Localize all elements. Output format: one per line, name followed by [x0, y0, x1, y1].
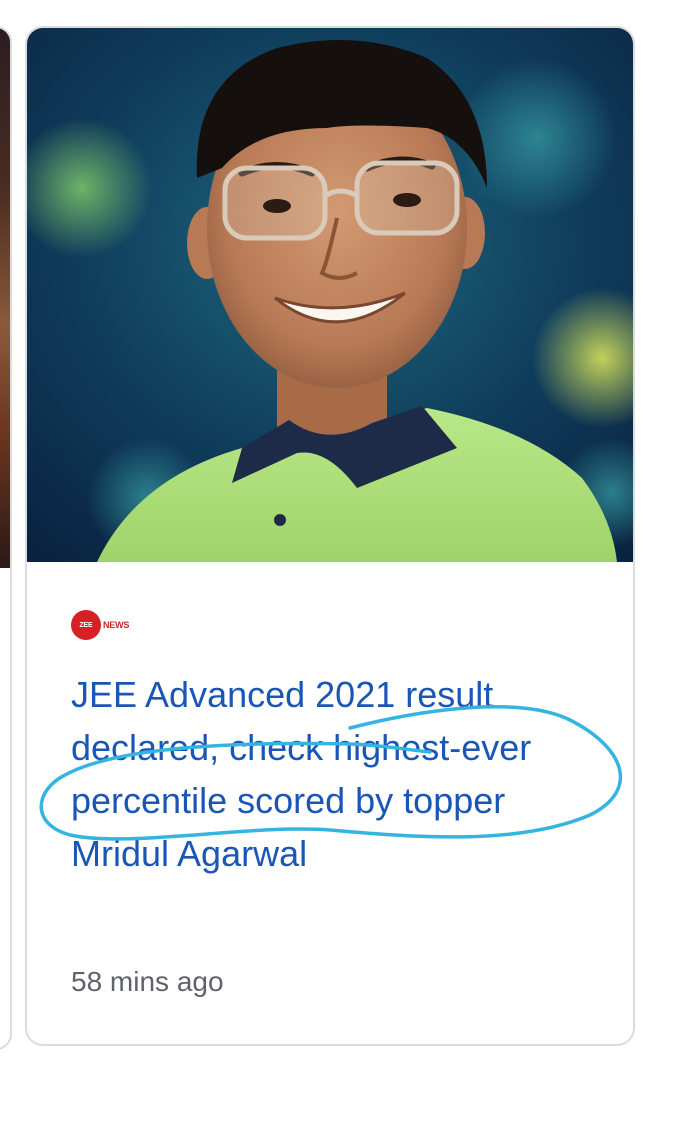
article-timestamp: 58 mins ago — [71, 966, 224, 997]
news-source[interactable]: ZEE NEWS — [71, 610, 129, 640]
previous-card-thumbnail — [0, 28, 10, 568]
article-thumbnail[interactable] — [27, 28, 633, 562]
article-headline[interactable]: JEE Advanced 2021 result declared, check… — [71, 668, 591, 880]
logo-letters: ZEE — [79, 621, 93, 629]
news-card[interactable]: ZEE NEWS JEE Advanced 2021 result declar… — [25, 26, 635, 1046]
logo-wordmark: NEWS — [103, 620, 130, 630]
previous-news-card[interactable] — [0, 26, 12, 1050]
screen: ZEE NEWS JEE Advanced 2021 result declar… — [0, 0, 676, 1130]
zee-news-logo-icon: ZEE — [71, 610, 101, 640]
